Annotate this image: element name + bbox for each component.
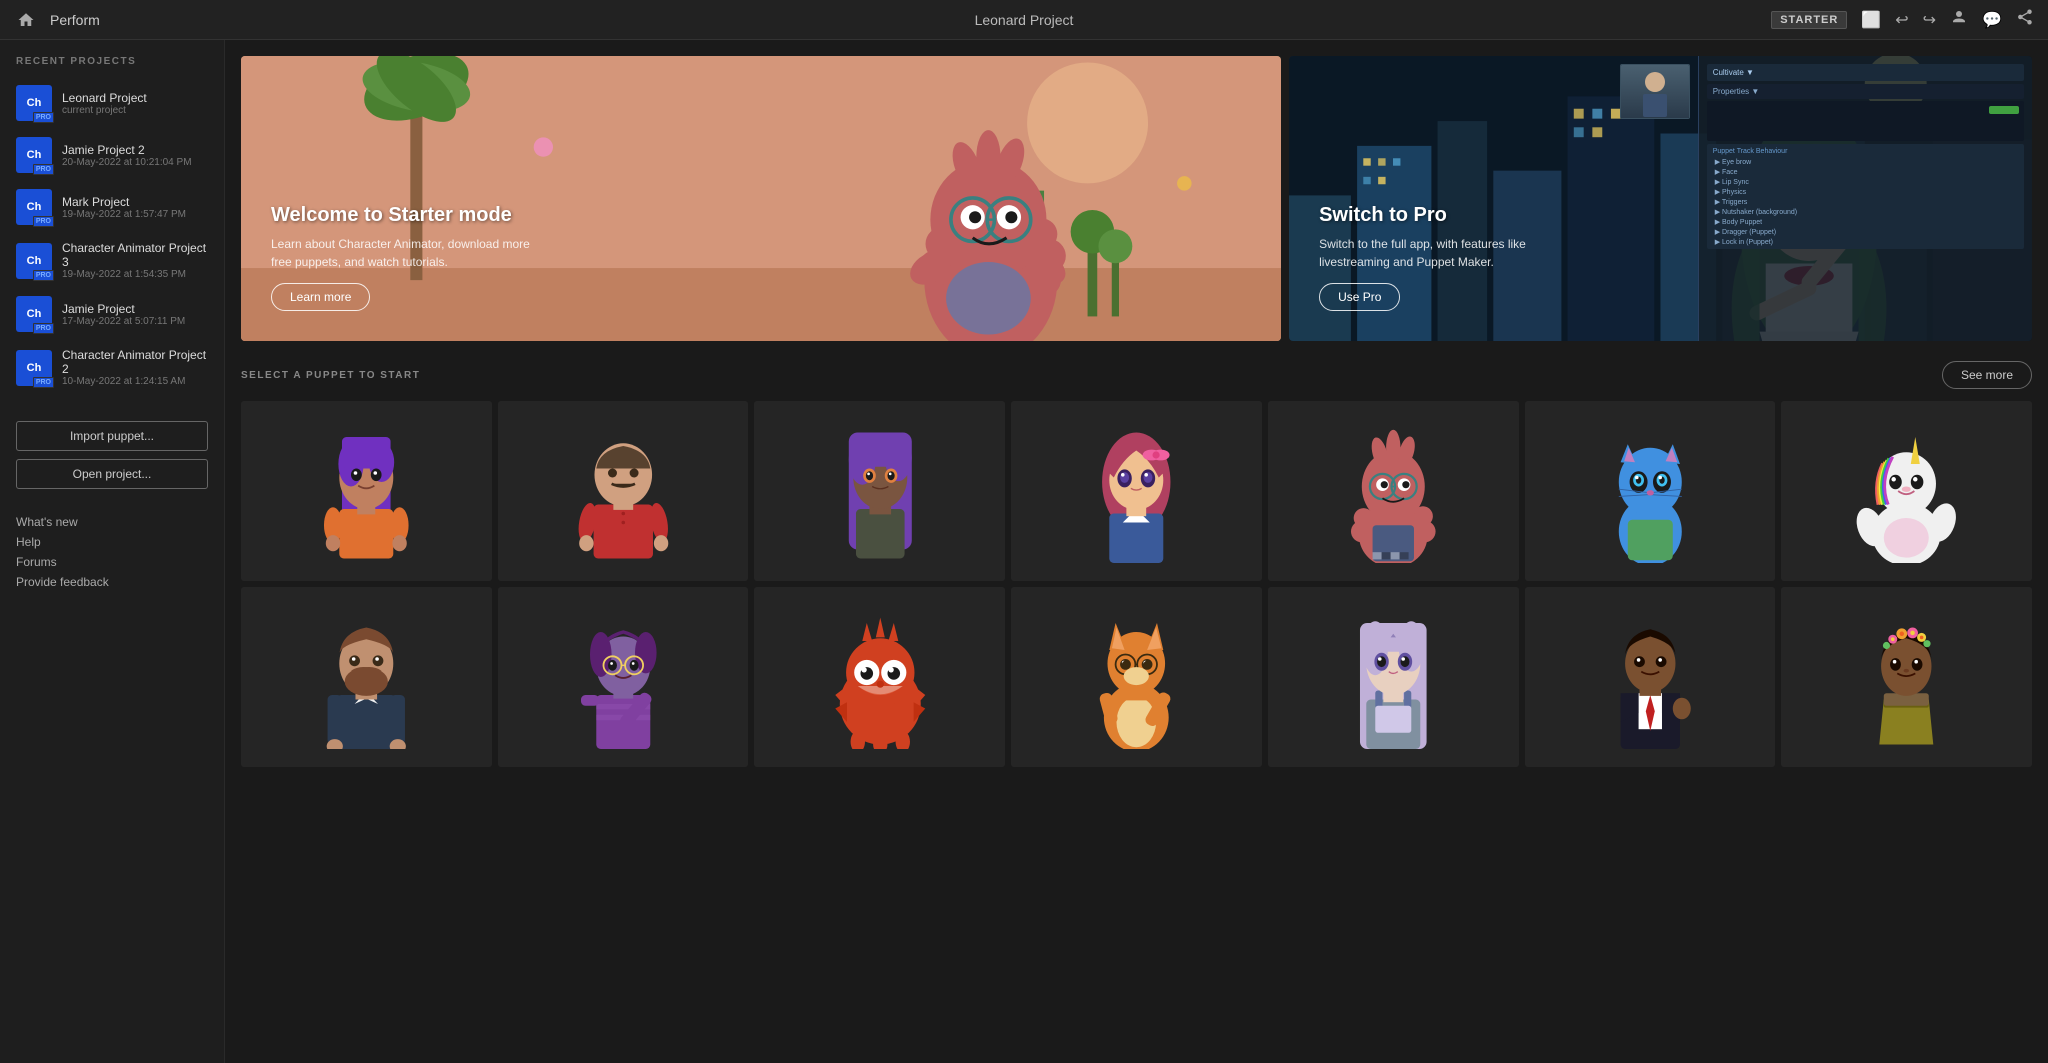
project-name: Leonard Project [975, 12, 1074, 28]
project-icon-chproj2: Ch PRO [16, 350, 52, 386]
pro-badge-chproj3: PRO [33, 270, 54, 281]
project-name-jamie2: Jamie Project 2 [62, 143, 192, 157]
puppet-card-6[interactable] [1525, 401, 1776, 581]
project-name-leonard: Leonard Project [62, 91, 147, 105]
feedback-link[interactable]: Provide feedback [16, 575, 208, 589]
monitor-icon[interactable]: ⬜ [1861, 10, 1881, 30]
project-meta-jamie: 17-May-2022 at 5:07:11 PM [62, 316, 185, 327]
project-meta-jamie2: 20-May-2022 at 10:21:04 PM [62, 157, 192, 168]
starter-badge: STARTER [1771, 11, 1847, 29]
project-meta-leonard: current project [62, 105, 147, 116]
project-name-mark: Mark Project [62, 195, 186, 209]
project-name-chproj2: Character Animator Project 2 [62, 348, 208, 376]
puppet-card-8[interactable] [241, 587, 492, 767]
main-layout: RECENT PROJECTS Ch PRO Leonard Project c… [0, 40, 2048, 1063]
hero-banner-starter: Welcome to Starter mode Learn about Char… [241, 56, 1281, 341]
puppet-card-4[interactable] [1011, 401, 1262, 581]
hero-title-starter: Welcome to Starter mode [271, 204, 531, 227]
app-name: Perform [50, 12, 100, 28]
project-meta-mark: 19-May-2022 at 1:57:47 PM [62, 209, 186, 220]
puppet-card-1[interactable] [241, 401, 492, 581]
use-pro-button[interactable]: Use Pro [1319, 283, 1400, 311]
puppet-card-3[interactable] [754, 401, 1005, 581]
puppet-card-12[interactable] [1268, 587, 1519, 767]
hero-title-pro: Switch to Pro [1319, 204, 1579, 227]
project-meta-chproj3: 19-May-2022 at 1:54:35 PM [62, 269, 208, 280]
puppet-card-2[interactable] [498, 401, 749, 581]
learn-more-button[interactable]: Learn more [271, 283, 370, 311]
puppet-section-label: SELECT A PUPPET TO START [241, 370, 420, 381]
home-icon[interactable] [14, 8, 38, 32]
project-name-chproj3: Character Animator Project 3 [62, 241, 208, 269]
puppet-card-9[interactable] [498, 587, 749, 767]
hero-content-starter: Welcome to Starter mode Learn about Char… [271, 204, 531, 311]
project-icon-chproj3: Ch PRO [16, 243, 52, 279]
content-area: Welcome to Starter mode Learn about Char… [225, 40, 2048, 1063]
project-info-mark: Mark Project 19-May-2022 at 1:57:47 PM [62, 195, 186, 220]
project-icon-leonard: Ch PRO [16, 85, 52, 121]
puppet-card-5[interactable] [1268, 401, 1519, 581]
hero-desc-starter: Learn about Character Animator, download… [271, 235, 531, 271]
project-item-jamie2[interactable]: Ch PRO Jamie Project 2 20-May-2022 at 10… [0, 129, 224, 181]
import-puppet-button[interactable]: Import puppet... [16, 421, 208, 451]
project-item-leonard[interactable]: Ch PRO Leonard Project current project [0, 77, 224, 129]
help-link[interactable]: Help [16, 535, 208, 549]
puppet-grid [241, 401, 2032, 767]
puppet-card-14[interactable] [1781, 587, 2032, 767]
project-icon-jamie2: Ch PRO [16, 137, 52, 173]
undo-icon[interactable]: ↩ [1895, 10, 1908, 30]
hero-banner-pro: Cultivate ▼ Properties ▼ Puppet Track Be… [1289, 56, 2032, 341]
pro-badge-chproj2: PRO [33, 377, 54, 388]
project-item-chproj2[interactable]: Ch PRO Character Animator Project 2 10-M… [0, 340, 224, 395]
project-info-chproj3: Character Animator Project 3 19-May-2022… [62, 241, 208, 280]
project-item-mark[interactable]: Ch PRO Mark Project 19-May-2022 at 1:57:… [0, 181, 224, 233]
puppet-card-11[interactable] [1011, 587, 1262, 767]
puppet-card-13[interactable] [1525, 587, 1776, 767]
project-info-leonard: Leonard Project current project [62, 91, 147, 116]
whats-new-link[interactable]: What's new [16, 515, 208, 529]
sidebar-links: What's new Help Forums Provide feedback [0, 499, 224, 589]
pro-badge: PRO [33, 112, 54, 123]
hero-row: Welcome to Starter mode Learn about Char… [241, 56, 2032, 341]
project-item-chproj3[interactable]: Ch PRO Character Animator Project 3 19-M… [0, 233, 224, 288]
puppet-card-7[interactable] [1781, 401, 2032, 581]
pro-badge-jamie2: PRO [33, 164, 54, 175]
project-info-jamie: Jamie Project 17-May-2022 at 5:07:11 PM [62, 302, 185, 327]
topbar-left: Perform [14, 8, 100, 32]
topbar: Perform Leonard Project STARTER ⬜ ↩ ↪ 💬 [0, 0, 2048, 40]
project-info-chproj2: Character Animator Project 2 10-May-2022… [62, 348, 208, 387]
chat-icon[interactable]: 💬 [1982, 10, 2002, 30]
sidebar-buttons: Import puppet... Open project... [0, 411, 224, 499]
project-icon-mark: Ch PRO [16, 189, 52, 225]
open-project-button[interactable]: Open project... [16, 459, 208, 489]
puppet-card-10[interactable] [754, 587, 1005, 767]
recent-projects-label: RECENT PROJECTS [0, 56, 224, 77]
puppet-section-header: SELECT A PUPPET TO START See more [241, 361, 2032, 389]
project-icon-jamie: Ch PRO [16, 296, 52, 332]
see-more-button[interactable]: See more [1942, 361, 2032, 389]
share-icon[interactable] [2016, 8, 2034, 31]
project-name-jamie: Jamie Project [62, 302, 185, 316]
redo-icon[interactable]: ↪ [1923, 10, 1936, 30]
hero-content-pro: Switch to Pro Switch to the full app, wi… [1319, 204, 1579, 311]
pro-badge-jamie: PRO [33, 323, 54, 334]
pro-badge-mark: PRO [33, 216, 54, 227]
project-item-jamie[interactable]: Ch PRO Jamie Project 17-May-2022 at 5:07… [0, 288, 224, 340]
project-info-jamie2: Jamie Project 2 20-May-2022 at 10:21:04 … [62, 143, 192, 168]
puppet-icon[interactable] [1950, 8, 1968, 31]
project-meta-chproj2: 10-May-2022 at 1:24:15 AM [62, 376, 208, 387]
sidebar: RECENT PROJECTS Ch PRO Leonard Project c… [0, 40, 225, 1063]
forums-link[interactable]: Forums [16, 555, 208, 569]
topbar-right: STARTER ⬜ ↩ ↪ 💬 [1771, 8, 2034, 31]
hero-desc-pro: Switch to the full app, with features li… [1319, 235, 1579, 271]
